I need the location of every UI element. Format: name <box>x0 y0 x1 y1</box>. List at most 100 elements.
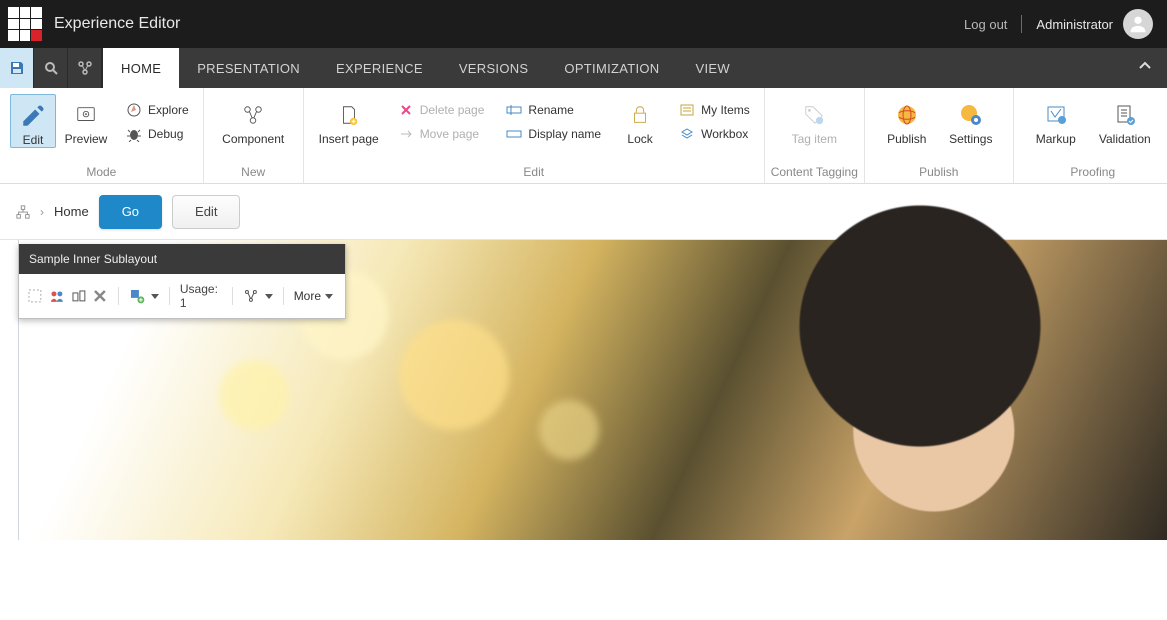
rename-button[interactable]: Rename <box>502 100 605 120</box>
edit-button[interactable]: Edit <box>172 195 240 229</box>
display-name-button[interactable]: Display name <box>502 124 605 144</box>
validation-label: Validation <box>1099 132 1151 146</box>
personalize-icon[interactable] <box>49 287 65 305</box>
ribbon-group-publish: Publish Settings Publish <box>865 88 1014 183</box>
debug-button[interactable]: Debug <box>122 124 193 144</box>
edit-group-label: Edit <box>304 165 764 183</box>
content-tagging-group-label: Content Tagging <box>765 165 864 183</box>
ribbon-group-new: Component New <box>204 88 304 183</box>
ribbon-group-mode: Edit Preview Explore Debug Mode <box>0 88 204 183</box>
divider <box>1021 15 1022 33</box>
separator <box>118 287 119 305</box>
user-avatar[interactable] <box>1123 9 1153 39</box>
edit-mode-label: Edit <box>23 133 44 147</box>
globe-icon <box>894 102 920 128</box>
display-name-icon <box>506 126 522 142</box>
top-bar: Experience Editor Log out Administrator <box>0 0 1167 48</box>
ribbon-group-content-tagging: Tag item Content Tagging <box>765 88 865 183</box>
tab-home[interactable]: HOME <box>103 48 179 88</box>
display-name-label: Display name <box>528 127 601 141</box>
eye-icon <box>73 102 99 128</box>
more-label: More <box>294 289 321 303</box>
component-toolbar-title: Sample Inner Sublayout <box>19 244 345 274</box>
tag-item-label: Tag item <box>792 132 837 146</box>
explore-label: Explore <box>148 103 189 117</box>
publish-button[interactable]: Publish <box>875 94 939 146</box>
compass-icon <box>126 102 142 118</box>
add-dropdown-icon[interactable] <box>151 294 159 299</box>
tag-icon <box>801 102 827 128</box>
remove-component-icon[interactable] <box>92 287 108 305</box>
preview-label: Preview <box>65 132 108 146</box>
lock-icon <box>627 102 653 128</box>
tab-presentation[interactable]: PRESENTATION <box>179 48 318 88</box>
workbox-icon <box>679 126 695 142</box>
rename-label: Rename <box>528 103 573 117</box>
my-items-icon <box>679 102 695 118</box>
tree-icon[interactable] <box>16 205 30 219</box>
tab-experience[interactable]: EXPERIENCE <box>318 48 441 88</box>
user-name[interactable]: Administrator <box>1036 17 1113 32</box>
tab-view[interactable]: VIEW <box>677 48 747 88</box>
app-logo[interactable] <box>8 7 42 41</box>
publish-label: Publish <box>887 132 926 146</box>
sitemap-button[interactable] <box>68 48 102 88</box>
my-items-label: My Items <box>701 103 750 117</box>
markup-icon <box>1043 102 1069 128</box>
separator <box>283 287 284 305</box>
move-dropdown-icon[interactable] <box>265 294 273 299</box>
delete-page-label: Delete page <box>420 103 485 117</box>
page-plus-icon <box>336 102 362 128</box>
tab-optimization[interactable]: OPTIMIZATION <box>546 48 677 88</box>
publish-settings-label: Settings <box>949 132 992 146</box>
lock-label: Lock <box>627 132 652 146</box>
component-icon <box>240 102 266 128</box>
breadcrumb-home[interactable]: Home <box>54 204 89 219</box>
more-button[interactable]: More <box>294 289 333 303</box>
proofing-group-label: Proofing <box>1014 165 1167 183</box>
my-items-button[interactable]: My Items <box>675 100 754 120</box>
globe-settings-icon <box>958 102 984 128</box>
validation-icon <box>1112 102 1138 128</box>
pencil-icon <box>20 103 46 129</box>
ribbon-group-proofing: Markup Validation Proofing <box>1014 88 1167 183</box>
go-button[interactable]: Go <box>99 195 162 229</box>
new-group-label: New <box>204 165 303 183</box>
tab-versions[interactable]: VERSIONS <box>441 48 547 88</box>
save-button[interactable] <box>0 48 34 88</box>
add-component-icon[interactable] <box>129 287 145 305</box>
chevron-down-icon <box>325 294 333 299</box>
publish-group-label: Publish <box>865 165 1013 183</box>
component-toolbar: Sample Inner Sublayout Usage: 1 More <box>18 244 346 319</box>
move-icon <box>398 126 414 142</box>
tag-item-button: Tag item <box>775 94 854 146</box>
insert-page-button[interactable]: Insert page <box>314 94 384 146</box>
move-component-icon[interactable] <box>243 287 259 305</box>
preview-button[interactable]: Preview <box>56 94 116 146</box>
component-label: Component <box>222 132 284 146</box>
insert-page-label: Insert page <box>319 132 379 146</box>
markup-label: Markup <box>1036 132 1076 146</box>
app-title: Experience Editor <box>54 15 180 33</box>
debug-label: Debug <box>148 127 183 141</box>
search-button[interactable] <box>34 48 68 88</box>
collapse-ribbon-icon[interactable] <box>1137 58 1153 74</box>
delete-page-button: Delete page <box>394 100 489 120</box>
ribbon: Edit Preview Explore Debug Mode <box>0 88 1167 184</box>
workbox-button[interactable]: Workbox <box>675 124 754 144</box>
lock-button[interactable]: Lock <box>615 94 665 146</box>
delete-icon <box>398 102 414 118</box>
explore-button[interactable]: Explore <box>122 100 193 120</box>
bug-icon <box>126 126 142 142</box>
component-button[interactable]: Component <box>214 94 293 146</box>
test-component-icon[interactable] <box>71 287 87 305</box>
move-page-button: Move page <box>394 124 489 144</box>
ribbon-group-edit-wrapper: Insert page Delete page Move page Rename <box>304 88 765 183</box>
markup-button[interactable]: Markup <box>1024 94 1088 146</box>
edit-mode-button[interactable]: Edit <box>10 94 56 148</box>
logout-link[interactable]: Log out <box>964 17 1007 32</box>
workbox-label: Workbox <box>701 127 748 141</box>
validation-button[interactable]: Validation <box>1088 94 1162 146</box>
select-parent-icon[interactable] <box>27 287 43 305</box>
publish-settings-button[interactable]: Settings <box>939 94 1003 146</box>
